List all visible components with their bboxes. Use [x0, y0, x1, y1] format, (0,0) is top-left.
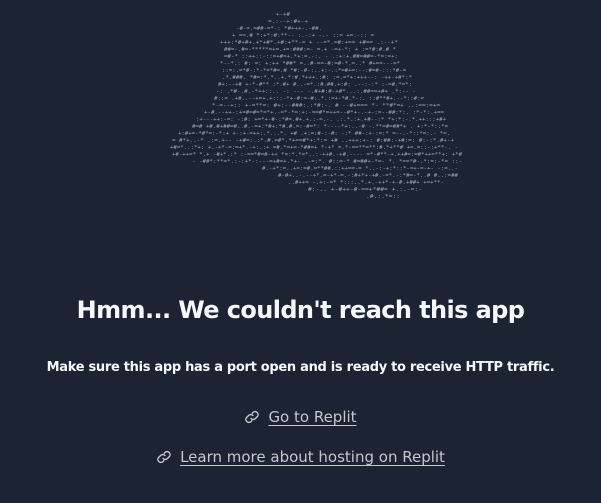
ascii-art-row: #+:--+# +-*-#** :*.#+ #..-=*.:#.##.+:#: … — [218, 82, 412, 88]
ascii-art-row: .*.###. *#=:*.*..+.*:#.*+++.:#: :=.=*+:+… — [222, 75, 412, 81]
ascii-art-row: .#.:.*=:: — [366, 194, 400, 200]
ascii-art-row: ::=:.=*#-:*-*=*#=.# *#:-#-:..+:-.:*=#+=:… — [222, 68, 407, 74]
ascii-art-row: = #*+..-* .:=.+-- -+#=:.:*.#.=#*.*+==#*+… — [172, 138, 455, 144]
ascii-art-row: -: .*#-.#.-*++::.. -: --- -.#+#:#-+#*...… — [216, 89, 416, 95]
go-to-replit-link[interactable]: Go to Replit — [0, 408, 601, 426]
ascii-art-row: +#=*..:*+: +.-+*-=:=+*.-+:.:+ =#.*=+=-*#… — [170, 145, 458, 151]
cloud-ascii-art-svg: +-+#=.:--+:#+-+-#-=.=##-=*-: *#+++-.-##.… — [170, 12, 463, 200]
ascii-art-row: =.:--+:#+-+ — [268, 19, 309, 25]
ascii-art-row: + ==.# *:+*:#:**-- :.-:+ -.- ::= +=.-:: … — [232, 33, 375, 39]
ascii-art-row: :+---++:-=: -:#: +=*+-#-:*#=.#+.+.:-=.-.… — [196, 117, 447, 123]
cloud-ascii-art-icon: +-+# =.:--+:#+-+ -#-=.=##-=*-: *#+++-.-##.… — [0, 10, 601, 210]
ascii-art-row: +:#+=-*#*=:-*:+ +-:+-=++:.*...*. +# .+:=… — [178, 131, 450, 137]
link-icon — [244, 409, 260, 425]
ascii-art-row: #-#+..-.--+*.=-+*-=.-:#+*+-+#.-=*.-:*#=-… — [278, 173, 459, 179]
ascii-art-row: *--*.: #: =: +:++ *##* =..#-==-#:=#-*.=.… — [220, 61, 400, 67]
error-title: Hmm... We couldn't reach this app — [76, 296, 525, 324]
ascii-art-row: ##=-.#=-*****=+=.+=:###:=- =.+ -=+-*: + … — [224, 47, 396, 53]
ascii-art-row: #.-+*:=..+=:=#.=**##.::++==-= *..-:-+:*:… — [262, 166, 458, 172]
ascii-art-row: #=# +#.#+##=#..#.-=+:*#+:*#.#.=:-#=*: *-… — [192, 124, 449, 130]
ascii-art-row: #:-.. +-#++-#-==+*##= +.:.-=:- — [308, 187, 422, 193]
ascii-art-row: ..#++= -.+:-=* *:::..*.+.-++*-+-#.+##+ +… — [288, 180, 444, 186]
error-message: Make sure this app has a port open and i… — [46, 360, 555, 375]
ascii-art-row: +-#.--++-:+=#=#=*=*+.-=*-*=:+:-==#*=++=-… — [204, 110, 445, 116]
ascii-art-row: =#-* ::++::-::=+#=+.*+:=.-:. - .:+:+.##=… — [224, 54, 398, 60]
ascii-art-row: #::= .+#..--+=+.+:::-*+-#:=-#:.*.:=+-*#.… — [214, 96, 425, 102]
go-to-replit-label: Go to Replit — [268, 408, 357, 426]
learn-more-hosting-label: Learn more about hosting on Replit — [180, 448, 445, 466]
ascii-art-row: +#-++=* *.+ -#+*.:* :-==*#=#-++ *=:*.*=*… — [172, 152, 463, 158]
ascii-art-row: *-=--+:: +-=**=: #+:--###:.:*#:-. # --#+… — [212, 103, 441, 109]
learn-more-hosting-link[interactable]: Learn more about hosting on Replit — [0, 448, 601, 466]
ascii-art-row: - -##*:**=*.:-:+*-:---=+#=+.*+- .-=:*. #… — [192, 159, 462, 165]
error-page: +-+# =.:--+:#+-+ -#-=.=##-=*-: *#+++-.-##.… — [0, 0, 601, 503]
ascii-art-row: +++:*#+#+.+*+#*.+#:+**-= + --=*.=#:+== +… — [220, 40, 398, 46]
ascii-art-row: +-+# — [276, 12, 291, 18]
link-icon — [156, 449, 172, 465]
ascii-art-row: -#-=.=##-=*-: *#+++-.-##. — [236, 26, 322, 32]
